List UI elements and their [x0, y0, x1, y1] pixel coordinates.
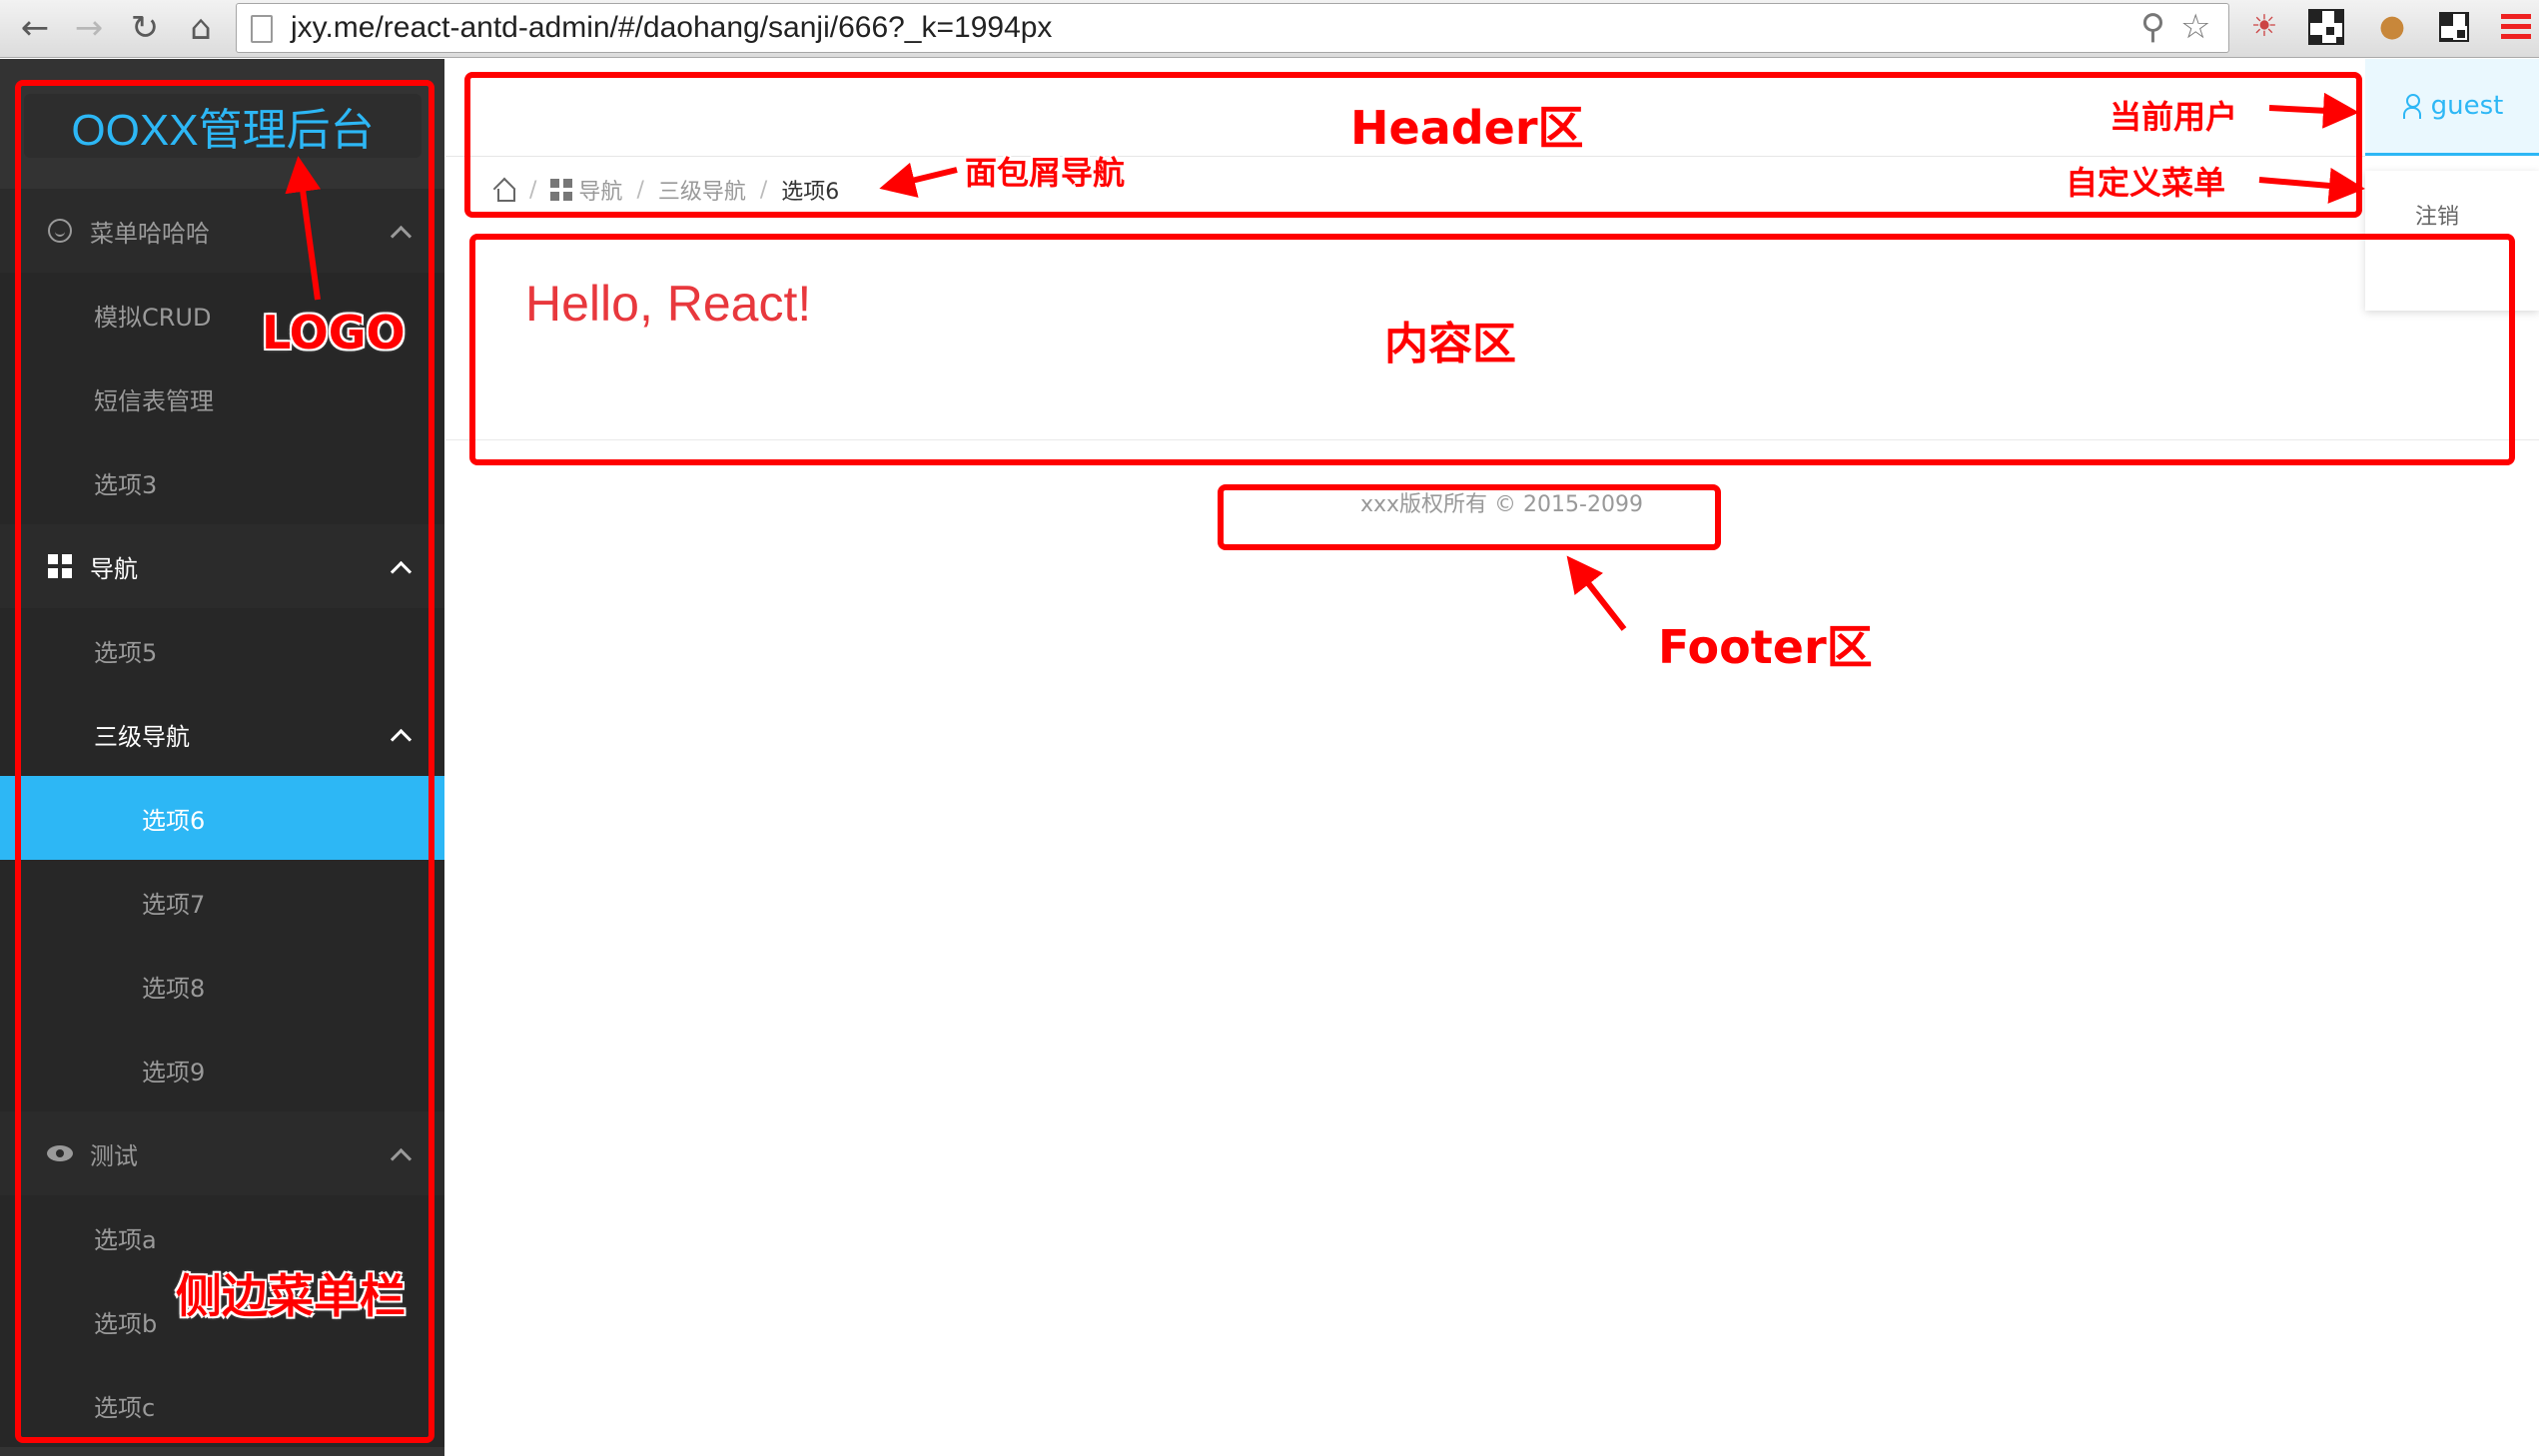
cookie-icon[interactable]: ● [2373, 8, 2411, 46]
menu-icon[interactable] [2497, 8, 2535, 46]
logout-menu-item[interactable]: 注销 [2415, 199, 2459, 231]
home-icon[interactable]: ⌂ [180, 7, 222, 49]
bookmark-star-icon[interactable]: ☆ [2180, 10, 2210, 44]
sidebar-annotation-label: 侧边菜单栏 [176, 1269, 406, 1323]
custom-menu-annotation-label: 自定义菜单 [2066, 164, 2226, 202]
user-icon [2401, 94, 2421, 119]
user-name: guest [2430, 91, 2504, 121]
qr-code-icon[interactable] [2307, 8, 2345, 46]
footer-annotation-box [1218, 484, 1721, 550]
browser-toolbar: ← → ↻ ⌂ jxy.me/react-antd-admin/#/daohan… [0, 0, 2539, 58]
page-icon [251, 15, 273, 43]
sidebar-annotation-box [15, 80, 434, 1443]
forward-arrow-icon[interactable]: → [68, 7, 110, 49]
breadcrumb-annotation-label: 面包屑导航 [965, 154, 1126, 192]
key-icon[interactable]: ⚲ [2140, 10, 2165, 44]
back-arrow-icon[interactable]: ← [14, 7, 56, 49]
qr-small-icon[interactable] [2435, 8, 2473, 46]
footer-arrow [1566, 555, 1627, 631]
user-menu[interactable]: guest [2365, 59, 2539, 156]
header-annotation-label: Header区 [1350, 101, 1584, 155]
reload-icon[interactable]: ↻ [124, 7, 166, 49]
address-bar[interactable]: jxy.me/react-antd-admin/#/daohang/sanji/… [236, 3, 2229, 53]
extension-icon[interactable]: ☀ [2245, 8, 2283, 46]
current-user-annotation-label: 当前用户 [2110, 98, 2238, 136]
url-text[interactable]: jxy.me/react-antd-admin/#/daohang/sanji/… [291, 11, 1052, 45]
logo-annotation-label: LOGO [262, 306, 406, 360]
footer-annotation-label: Footer区 [1658, 620, 1873, 674]
content-annotation-label: 内容区 [1384, 319, 1516, 369]
